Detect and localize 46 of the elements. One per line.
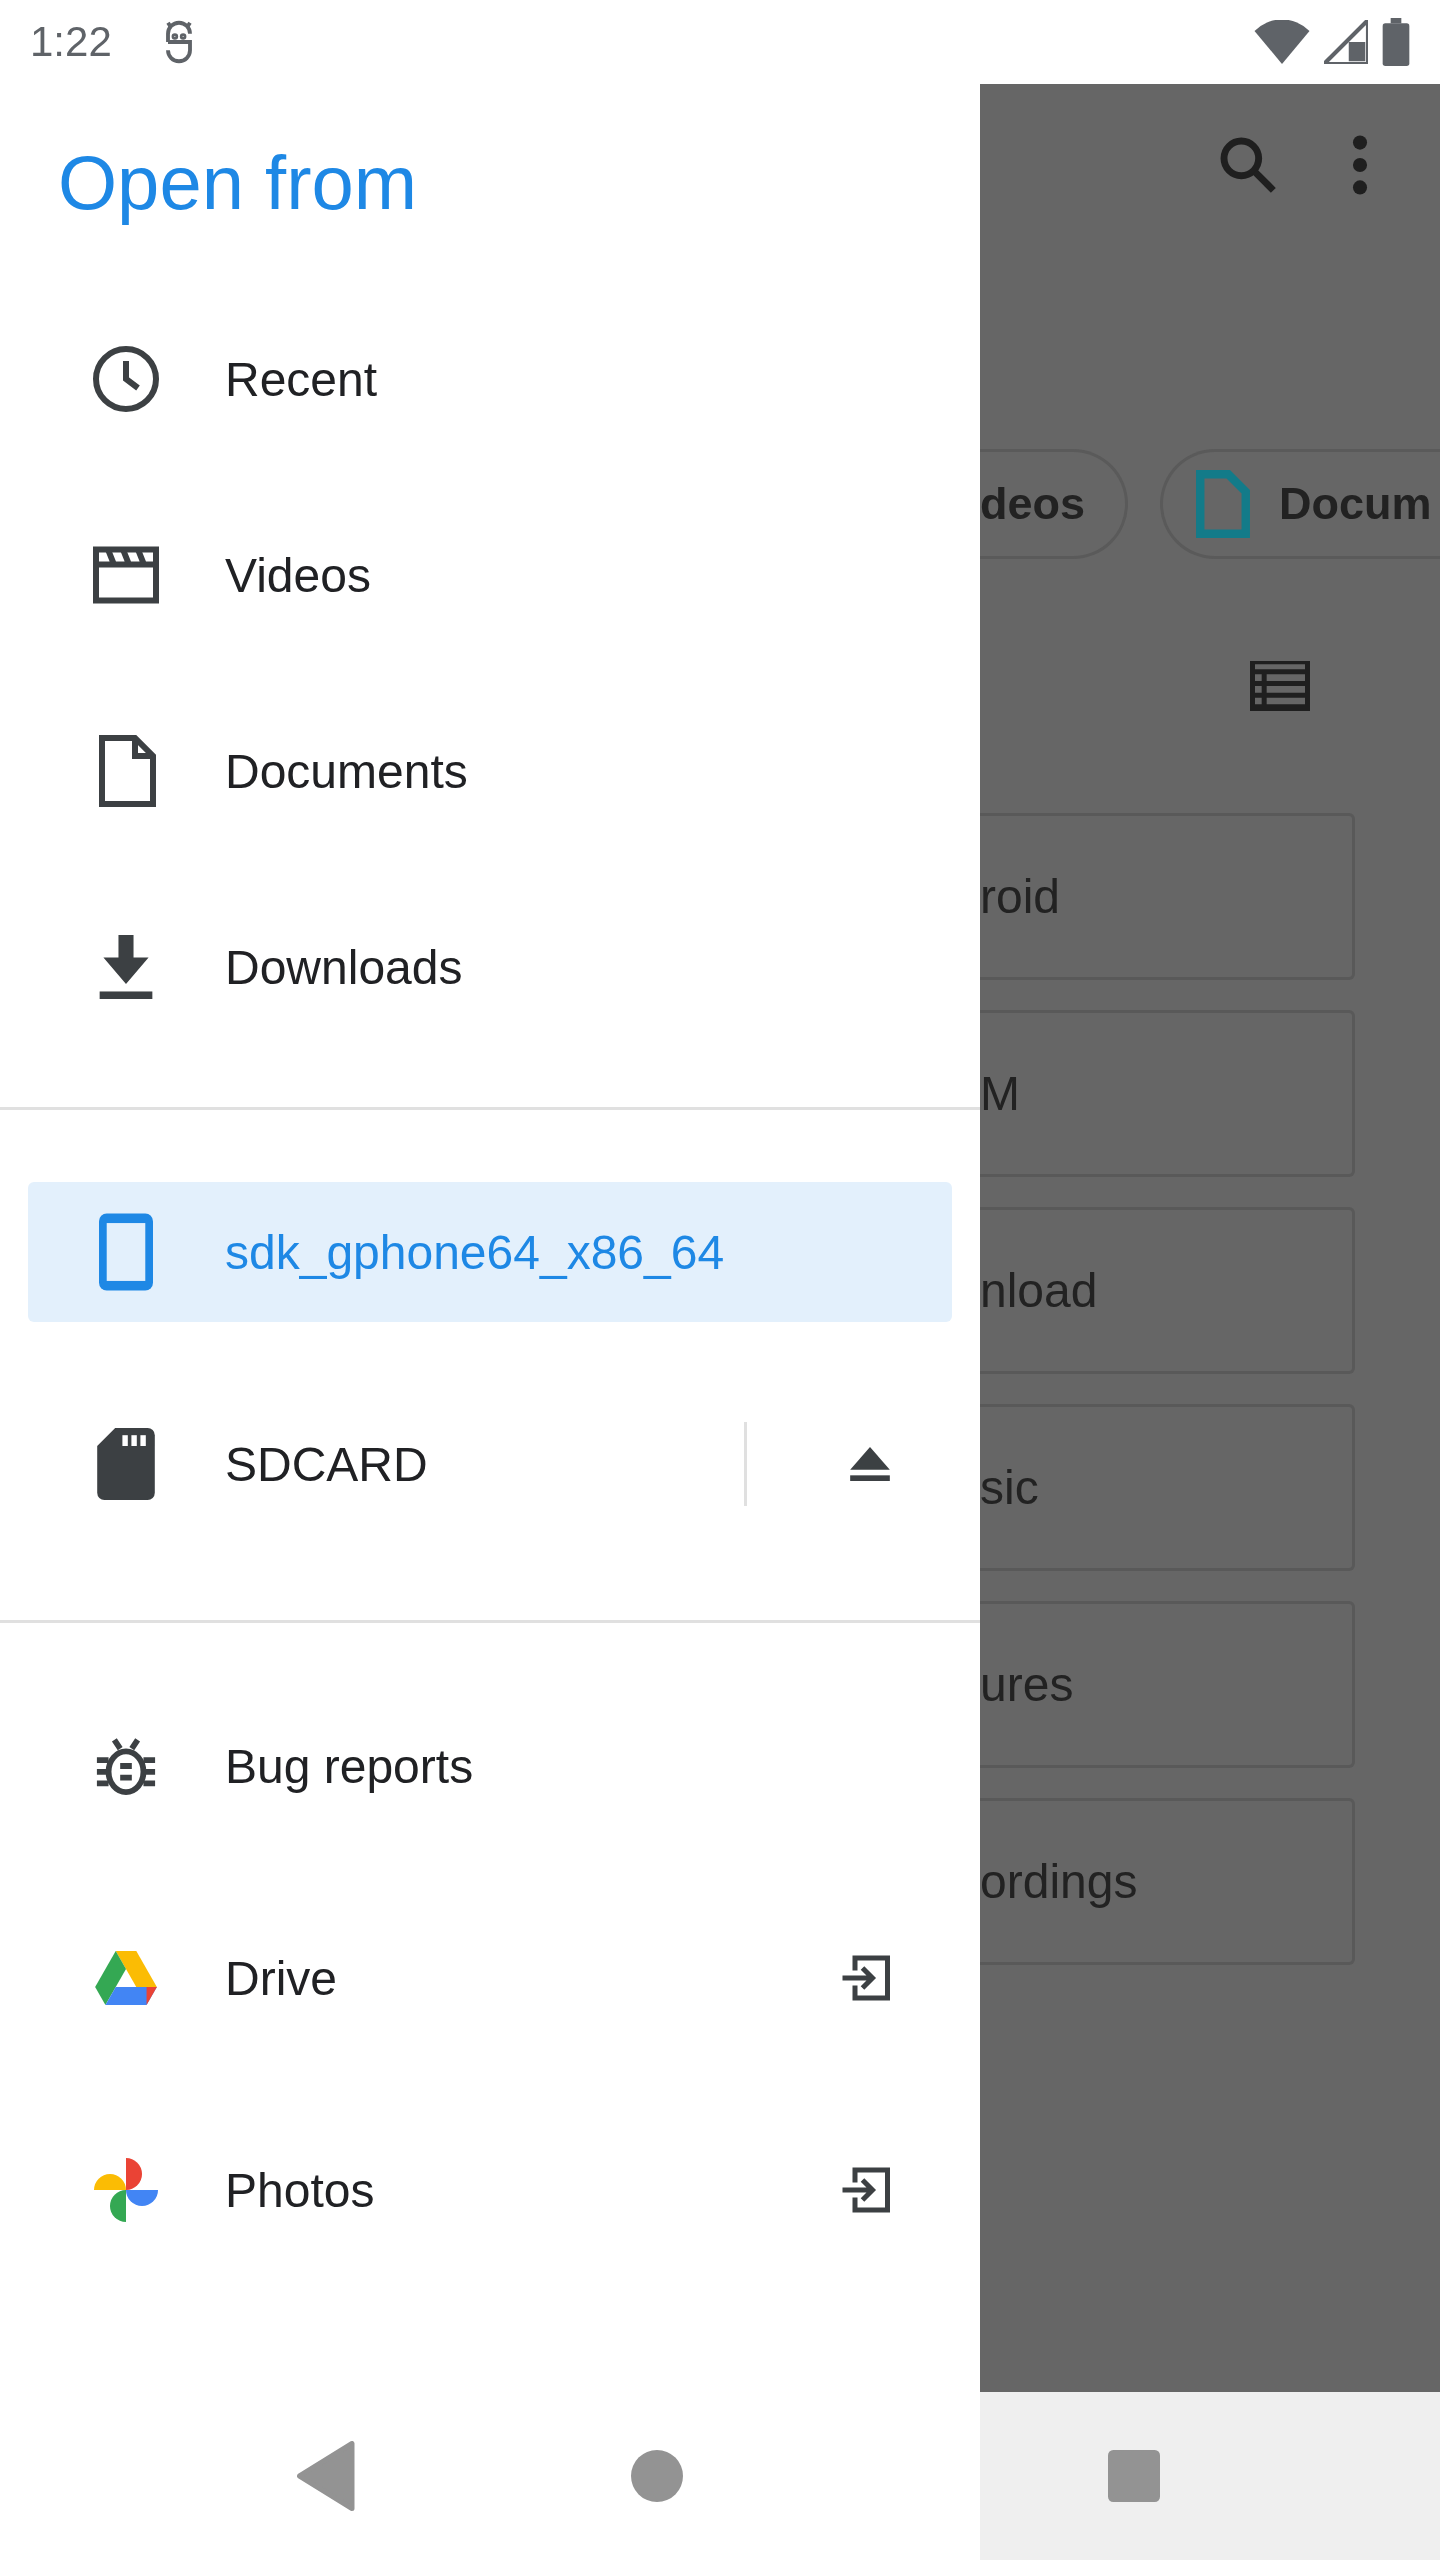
drawer-item-label: Downloads (225, 939, 464, 995)
pinwheel-logo-icon (94, 2158, 158, 2222)
list-view-icon[interactable] (1250, 661, 1310, 711)
drawer-item[interactable]: Drive (28, 1872, 952, 2084)
folder-card[interactable]: sic (980, 1404, 1355, 1571)
back-button[interactable] (297, 2441, 357, 2511)
document-icon (1195, 468, 1252, 540)
clock-icon (90, 343, 162, 415)
drawer-item[interactable]: Documents (28, 673, 952, 869)
open-external-button[interactable] (840, 1955, 890, 2001)
drawer-item-label: sdk_gphone64_x86_64 (225, 1224, 726, 1280)
drawer-item[interactable]: sdk_gphone64_x86_64 (28, 1182, 952, 1322)
signal-icon (1324, 20, 1368, 64)
drawer-item-label: Bug reports (225, 1738, 475, 1794)
wifi-icon (1254, 20, 1310, 64)
drive-logo-icon (95, 1951, 157, 2005)
folder-card[interactable]: nload (980, 1207, 1355, 1374)
drawer-title: Open from (57, 139, 419, 227)
drawer-item[interactable]: Downloads (28, 869, 952, 1065)
status-time: 1:22 (30, 18, 112, 66)
folder-card[interactable]: ordings (980, 1798, 1355, 1965)
drawer-item[interactable]: Photos (28, 2084, 952, 2296)
document-icon (96, 735, 156, 807)
drawer-item-label: Videos (225, 547, 372, 603)
home-button[interactable] (631, 2450, 683, 2502)
phone-icon (99, 1213, 153, 1291)
drawer-item[interactable]: Videos (28, 477, 952, 673)
drawer-item-label: Photos (225, 2162, 376, 2218)
filter-chip[interactable]: deos (980, 449, 1129, 559)
drawer-item[interactable]: SDCARD (28, 1394, 952, 1534)
filter-chip[interactable]: Docum (1160, 449, 1440, 559)
drawer-item[interactable]: Recent (28, 281, 952, 477)
open-external-button[interactable] (840, 2167, 890, 2213)
folder-card[interactable]: roid (980, 813, 1355, 980)
folder-card[interactable]: ures (980, 1601, 1355, 1768)
download-icon (98, 935, 154, 999)
drawer-item-label: Documents (225, 743, 469, 799)
drawer-item-label: SDCARD (225, 1436, 429, 1492)
drawer-item-label: Drive (225, 1950, 338, 2006)
drawer-item-label: Recent (225, 351, 379, 407)
more-options-button[interactable] (1350, 133, 1370, 197)
sd-card-icon (97, 1428, 155, 1500)
battery-icon (1382, 18, 1410, 66)
drawer-item[interactable]: Bug reports (28, 1660, 952, 1872)
folder-card[interactable]: M (980, 1010, 1355, 1177)
eject-button[interactable] (850, 1447, 890, 1481)
